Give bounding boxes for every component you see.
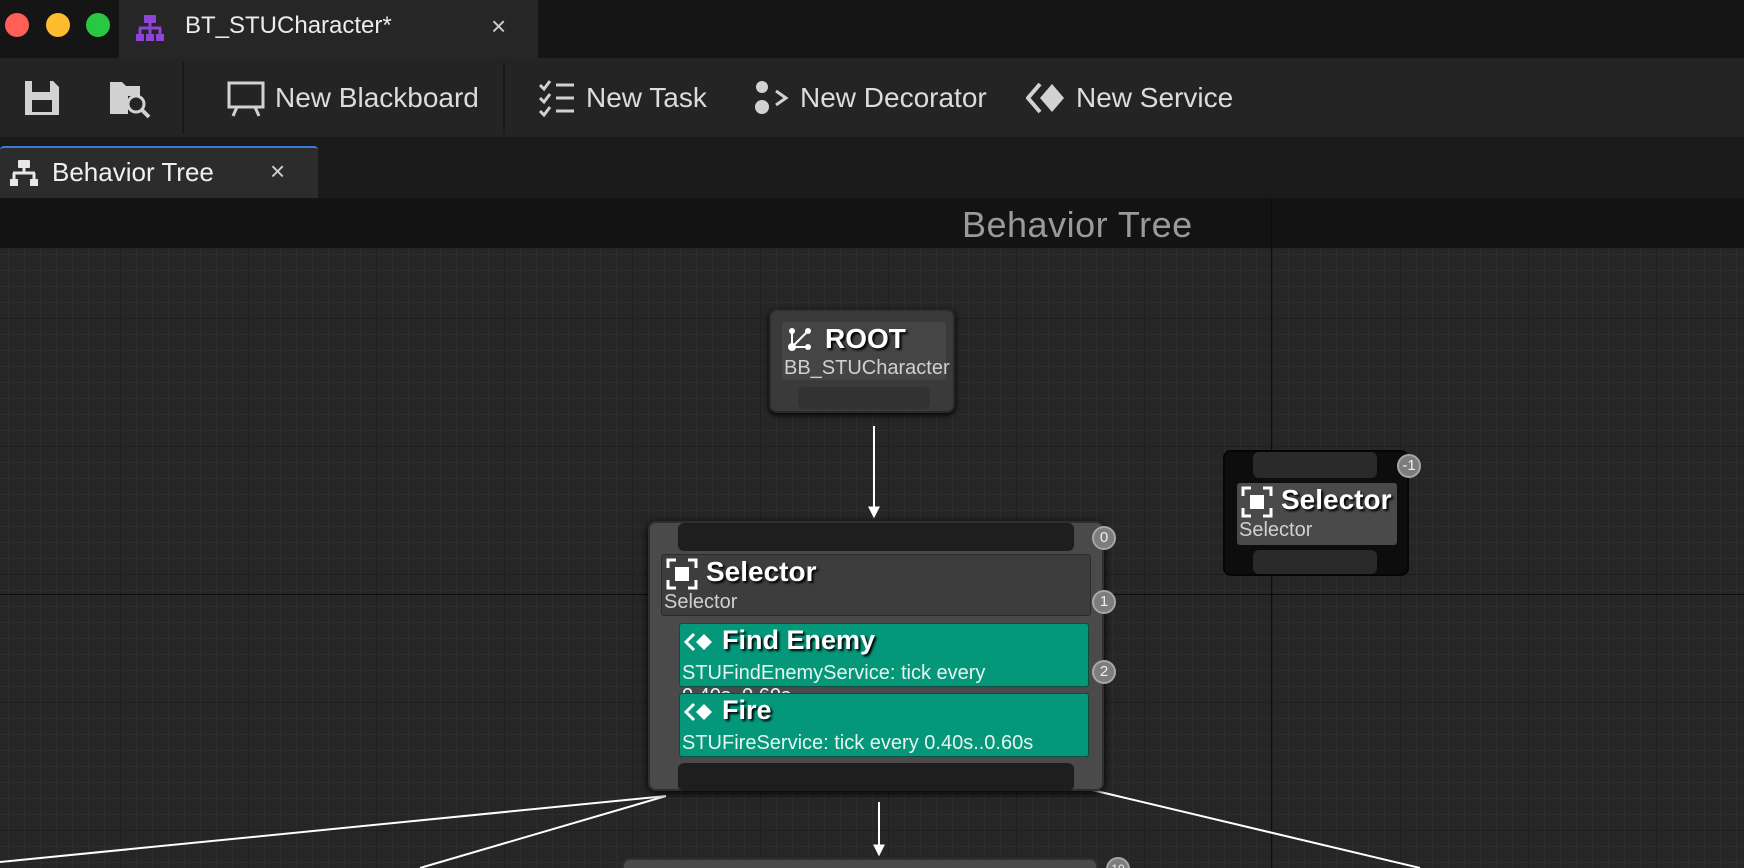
selector-icon	[666, 558, 698, 590]
new-blackboard-button[interactable]: New Blackboard	[227, 58, 479, 138]
tab-behavior-tree[interactable]: Behavior Tree ×	[0, 146, 318, 198]
execution-index-badge: 1	[1092, 590, 1116, 614]
toolbar-separator	[182, 62, 184, 134]
document-tab[interactable]: BT_STUCharacter* ×	[119, 0, 538, 58]
window-maximize-button[interactable]	[86, 13, 110, 37]
root-node-blackboard: BB_STUCharacter	[784, 357, 950, 379]
blackboard-icon	[227, 81, 265, 117]
graph-tab-label: Behavior Tree	[52, 157, 214, 187]
browse-button[interactable]	[108, 58, 152, 138]
orphan-selector-node[interactable]: -1 Selector Selector	[1223, 450, 1421, 576]
execution-index-badge: 2	[1092, 660, 1116, 684]
selector-subtitle: Selector	[664, 591, 738, 613]
decorator-icon	[755, 81, 789, 114]
orphan-selector-subtitle: Selector	[1239, 519, 1313, 541]
document-tab-close-button[interactable]: ×	[491, 11, 506, 42]
orphan-selector-output-pin[interactable]	[1253, 550, 1377, 574]
child-node-partial[interactable]: 10	[622, 857, 1130, 868]
selector-title: Selector	[706, 556, 817, 587]
new-decorator-label: New Decorator	[800, 82, 987, 113]
root-output-pin[interactable]	[798, 387, 930, 409]
new-service-label: New Service	[1076, 82, 1234, 113]
window-minimize-button[interactable]	[46, 13, 70, 37]
root-icon	[788, 328, 811, 351]
service-title: Find Enemy	[722, 625, 876, 655]
selector-icon	[1241, 486, 1273, 518]
selector-output-pin[interactable]	[678, 763, 1074, 791]
orphan-selector-input-pin[interactable]	[1253, 452, 1377, 478]
service-icon	[684, 632, 712, 652]
selector-header: Selector Selector	[661, 554, 1091, 616]
task-list-icon	[538, 80, 574, 117]
service-description: STUFireService: tick every 0.40s..0.60s	[682, 732, 1034, 754]
new-service-button[interactable]: New Service	[1026, 58, 1233, 138]
graph-tab-close-button[interactable]: ×	[270, 156, 285, 187]
save-icon	[25, 81, 59, 115]
selector-to-left-child-wire	[0, 795, 667, 863]
service-find-enemy[interactable]: Find Enemy STUFindEnemyService: tick eve…	[679, 623, 1089, 707]
root-node-title: ROOT	[825, 323, 906, 354]
title-bar: BT_STUCharacter* ×	[0, 0, 1744, 58]
browse-icon	[110, 82, 151, 119]
service-fire[interactable]: Fire STUFireService: tick every 0.40s..0…	[679, 693, 1089, 757]
orphan-selector-title: Selector	[1281, 484, 1392, 515]
new-task-label: New Task	[586, 82, 707, 113]
document-tab-title: BT_STUCharacter*	[185, 12, 392, 39]
toolbar-separator	[503, 62, 505, 134]
new-blackboard-label: New Blackboard	[275, 82, 479, 113]
service-icon	[684, 702, 712, 722]
toolbar: New Blackboard New Task New Decorator Ne…	[0, 58, 1744, 138]
execution-index-badge: -1	[1397, 454, 1421, 478]
save-button[interactable]	[22, 58, 62, 138]
new-task-button[interactable]: New Task	[538, 58, 707, 138]
behavior-tree-icon	[136, 15, 164, 41]
window-close-button[interactable]	[5, 13, 29, 37]
selector-input-pin[interactable]	[678, 523, 1074, 551]
graph-tab-strip: Behavior Tree ×	[0, 138, 1744, 198]
new-decorator-button[interactable]: New Decorator	[754, 58, 987, 138]
selector-to-right-child-wire	[1091, 789, 1421, 868]
service-icon	[1026, 82, 1064, 114]
orphan-selector-header: Selector Selector	[1237, 483, 1397, 545]
execution-index-badge: 0	[1092, 526, 1116, 550]
behavior-tree-icon	[10, 160, 38, 186]
selector-node[interactable]: 0 Selector Selector 1 Find Enemy STUFind…	[648, 521, 1116, 791]
root-node[interactable]: ROOT BB_STUCharacter	[769, 309, 955, 413]
service-title: Fire	[722, 695, 772, 725]
